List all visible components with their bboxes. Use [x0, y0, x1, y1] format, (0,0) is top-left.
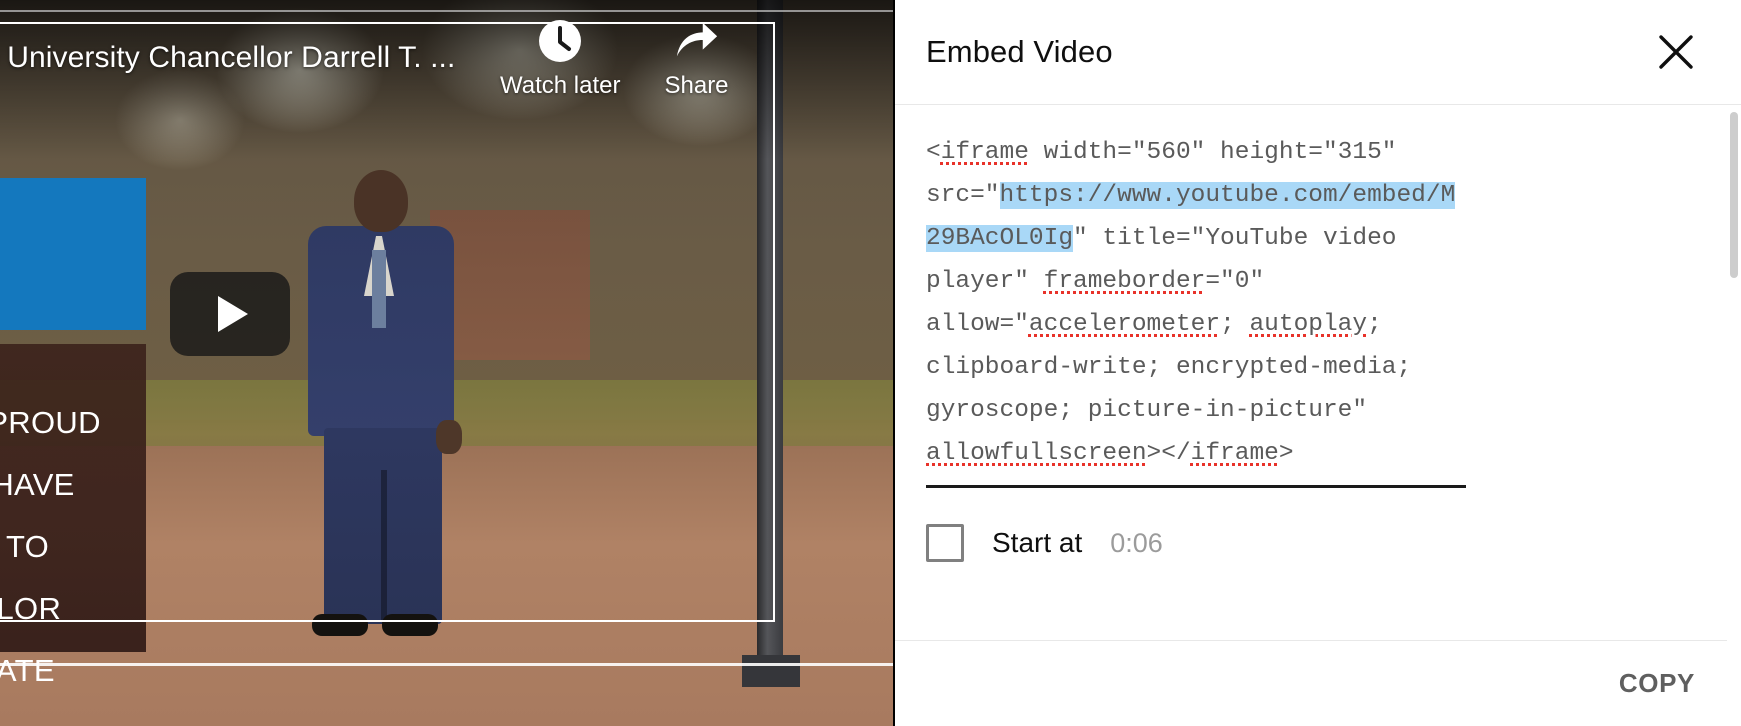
code-segment: allowfullscreen	[926, 440, 1147, 467]
player-action-bar: Watch later Share	[500, 18, 729, 100]
video-title: e University Chancellor Darrell T. ...	[0, 41, 456, 74]
panel-body: <iframe width="560" height="315" src="ht…	[895, 105, 1741, 640]
code-segment: <	[926, 139, 941, 166]
close-button[interactable]	[1653, 29, 1699, 75]
play-icon	[218, 296, 248, 332]
play-button[interactable]	[170, 272, 290, 356]
embed-video-panel: Embed Video <iframe width="560" height="…	[895, 0, 1741, 726]
person-head	[354, 170, 408, 232]
page-title: Embed Video	[926, 34, 1113, 69]
quote-line: Y PROUD	[0, 405, 101, 440]
video-player-pane[interactable]: Y PROUD O HAVE TY TO ELLOR STATE e Unive…	[0, 0, 895, 726]
player-top-hairline	[0, 10, 895, 12]
branding-blue-card	[0, 178, 146, 330]
embed-code-text[interactable]: <iframe width="560" height="315" src="ht…	[926, 131, 1466, 475]
scene-lamp-post	[757, 0, 783, 680]
start-at-row: Start at 0:06	[926, 524, 1710, 562]
embed-video-screen: Y PROUD O HAVE TY TO ELLOR STATE e Unive…	[0, 0, 1741, 726]
person-hand	[436, 420, 462, 454]
share-label: Share	[664, 72, 729, 99]
quote-line: STATE	[0, 653, 55, 688]
start-at-checkbox[interactable]	[926, 524, 964, 562]
code-segment: >	[1278, 440, 1294, 467]
quote-text: Y PROUD O HAVE TY TO ELLOR STATE	[0, 392, 148, 702]
clock-icon	[537, 18, 583, 64]
person-shoe-left	[312, 614, 368, 636]
code-segment: iframe	[940, 139, 1029, 166]
start-at-time[interactable]: 0:06	[1110, 528, 1163, 559]
watch-later-button[interactable]: Watch later	[500, 18, 620, 100]
code-segment: iframe	[1190, 440, 1279, 467]
code-segment: autoplay	[1249, 311, 1368, 338]
code-segment: frameborder	[1043, 268, 1206, 295]
watch-later-label: Watch later	[500, 72, 621, 99]
embed-code-field[interactable]: <iframe width="560" height="315" src="ht…	[926, 131, 1466, 488]
quote-line: TY TO	[0, 529, 50, 564]
scene-person	[286, 170, 476, 640]
code-segment: ></	[1146, 440, 1191, 467]
quote-line: O HAVE	[0, 467, 75, 502]
share-arrow-icon	[674, 18, 720, 64]
share-button[interactable]: Share	[664, 18, 729, 100]
close-icon	[1655, 31, 1697, 73]
quote-line: ELLOR	[0, 591, 62, 626]
person-leg-gap	[381, 470, 387, 620]
panel-header: Embed Video	[895, 0, 1741, 105]
scrollbar-thumb[interactable]	[1730, 112, 1738, 278]
code-segment: accelerometer	[1028, 311, 1221, 338]
player-progress-bar[interactable]	[0, 663, 895, 666]
panel-scrollbar[interactable]	[1727, 106, 1741, 726]
scene-lamp-post-base	[742, 655, 800, 687]
copy-button[interactable]: COPY	[1607, 658, 1707, 709]
panel-footer: COPY	[895, 640, 1741, 726]
start-at-label: Start at	[992, 527, 1083, 558]
person-shoe-right	[382, 614, 438, 636]
person-tie	[372, 250, 386, 328]
code-segment: ;	[1220, 311, 1250, 338]
